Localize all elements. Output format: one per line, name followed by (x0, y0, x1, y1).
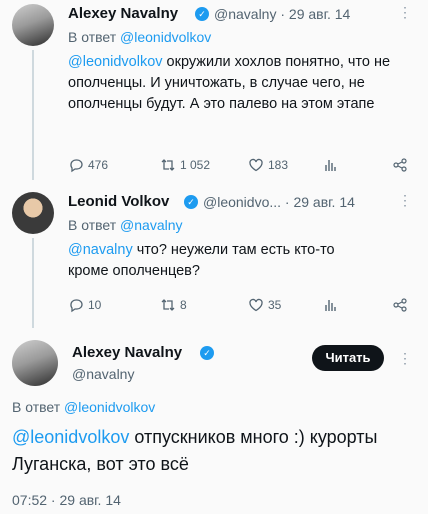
tweet-text: @leonidvolkov окружили хохлов понятно, ч… (68, 52, 408, 115)
reply-prefix: В ответ (68, 29, 121, 45)
verified-badge-icon: ✓ (200, 346, 214, 360)
views-icon (325, 160, 336, 171)
more-options-icon[interactable]: ⋮ (398, 4, 413, 21)
reply-button[interactable]: 476 (68, 157, 108, 173)
share-button[interactable] (392, 157, 408, 173)
retweet-count: 1 052 (180, 158, 211, 172)
like-count: 183 (268, 158, 289, 172)
more-options-icon[interactable]: ⋮ (398, 350, 413, 367)
retweet-button[interactable]: 1 052 (160, 157, 210, 173)
follow-button[interactable]: Читать (312, 345, 384, 371)
handle[interactable]: @navalny (72, 366, 134, 382)
heart-icon (249, 298, 263, 312)
avatar[interactable] (12, 340, 58, 386)
verified-badge-icon: ✓ (184, 195, 198, 209)
views-icon (325, 300, 336, 311)
reply-button[interactable]: 10 (68, 297, 101, 313)
display-name[interactable]: Alexey Navalny (72, 344, 182, 361)
reply-context: В ответ @leonidvolkov (68, 29, 211, 45)
reply-context: В ответ @leonidvolkov (12, 399, 155, 415)
handle-date[interactable]: @navalny · 29 авг. 14 (214, 6, 350, 22)
like-button[interactable]: 183 (248, 157, 288, 173)
share-icon (393, 158, 407, 172)
views-button[interactable] (322, 157, 338, 173)
retweet-button[interactable]: 8 (160, 297, 187, 313)
reply-count: 476 (88, 158, 109, 172)
retweet-count: 8 (180, 298, 187, 312)
share-icon (393, 298, 407, 312)
views-button[interactable] (322, 297, 338, 313)
share-button[interactable] (392, 297, 408, 313)
display-name[interactable]: Leonid Volkov (68, 193, 169, 210)
mention-link[interactable]: @leonidvolkov (12, 427, 129, 447)
display-name[interactable]: Alexey Navalny (68, 5, 178, 22)
reply-icon (70, 299, 83, 313)
reply-count: 10 (88, 298, 102, 312)
retweet-icon (161, 299, 175, 311)
handle-date[interactable]: @leonidvo... · 29 авг. 14 (203, 194, 355, 210)
heart-icon (249, 158, 263, 172)
reply-context: В ответ @navalny (68, 217, 183, 233)
tweet-text: @navalny что? неужели там есть кто-то кр… (68, 240, 368, 282)
reply-to-link[interactable]: @leonidvolkov (120, 29, 211, 45)
avatar[interactable] (12, 4, 54, 46)
like-button[interactable]: 35 (248, 297, 281, 313)
retweet-icon (161, 159, 175, 171)
mention-link[interactable]: @navalny (68, 242, 133, 258)
reply-icon (70, 159, 83, 173)
avatar[interactable] (12, 192, 54, 234)
reply-prefix: В ответ (68, 217, 121, 233)
reply-to-link[interactable]: @navalny (120, 217, 182, 233)
verified-badge-icon: ✓ (195, 7, 209, 21)
timestamp[interactable]: 07:52 · 29 авг. 14 (12, 492, 121, 508)
thread-line (32, 50, 34, 180)
thread-line (32, 238, 34, 328)
like-count: 35 (268, 298, 282, 312)
mention-link[interactable]: @leonidvolkov (68, 54, 163, 70)
reply-prefix: В ответ (12, 399, 65, 415)
tweet-text: @leonidvolkov отпускников много :) курор… (12, 424, 407, 478)
more-options-icon[interactable]: ⋮ (398, 192, 413, 209)
reply-to-link[interactable]: @leonidvolkov (64, 399, 155, 415)
